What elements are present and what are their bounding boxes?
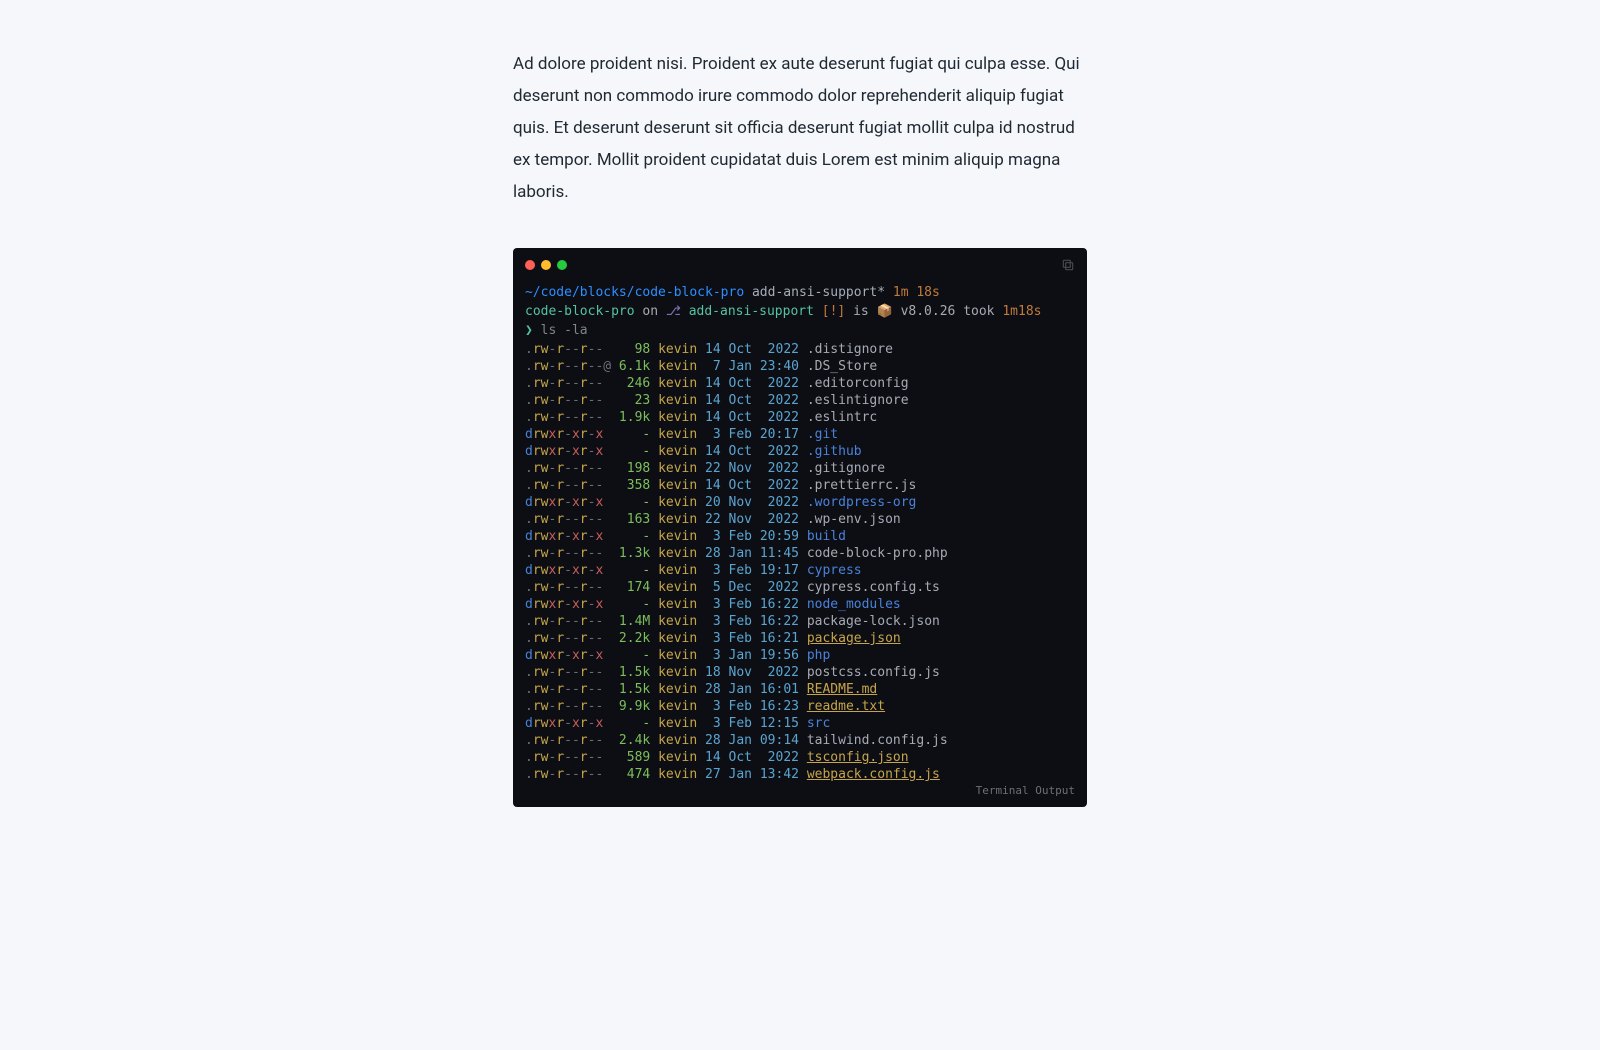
prompt-path: ~/code/blocks/code-block-pro bbox=[525, 285, 744, 300]
list-item: .rw-r--r-- 1.9k kevin 14 Oct 2022 .eslin… bbox=[525, 409, 1075, 426]
list-item: .rw-r--r-- 2.4k kevin 28 Jan 09:14 tailw… bbox=[525, 732, 1075, 749]
prompt-duration: 1m 18s bbox=[893, 285, 940, 300]
prompt2-bang: [!] bbox=[822, 304, 845, 319]
prompt2-is: is bbox=[853, 304, 869, 319]
list-item: drwxr-xr-x - kevin 3 Jan 19:56 php bbox=[525, 647, 1075, 664]
prompt-line-1: ~/code/blocks/code-block-pro add-ansi-su… bbox=[525, 284, 1075, 301]
prompt2-version: v8.0.26 bbox=[901, 304, 956, 319]
copy-icon[interactable] bbox=[1061, 258, 1075, 272]
file-listing: .rw-r--r-- 98 kevin 14 Oct 2022 .distign… bbox=[525, 341, 1075, 783]
window-minimize-dot[interactable] bbox=[541, 260, 551, 270]
list-item: .rw-r--r-- 23 kevin 14 Oct 2022 .eslinti… bbox=[525, 392, 1075, 409]
list-item: .rw-r--r-- 174 kevin 5 Dec 2022 cypress.… bbox=[525, 579, 1075, 596]
list-item: .rw-r--r-- 474 kevin 27 Jan 13:42 webpac… bbox=[525, 766, 1075, 783]
intro-paragraph: Ad dolore proident nisi. Proident ex aut… bbox=[513, 48, 1087, 208]
list-item: drwxr-xr-x - kevin 3 Feb 20:59 build bbox=[525, 528, 1075, 545]
command-line: ❯ ls -la bbox=[525, 322, 1075, 339]
prompt-line-2: code-block-pro on ⎇ add-ansi-support [!]… bbox=[525, 303, 1075, 320]
prompt2-branch: add-ansi-support bbox=[689, 304, 814, 319]
package-icon: 📦 bbox=[877, 304, 893, 319]
list-item: .rw-r--r-- 1.3k kevin 28 Jan 11:45 code-… bbox=[525, 545, 1075, 562]
prompt-arrow-icon: ❯ bbox=[525, 323, 533, 338]
list-item: .rw-r--r--@ 6.1k kevin 7 Jan 23:40 .DS_S… bbox=[525, 358, 1075, 375]
list-item: .rw-r--r-- 358 kevin 14 Oct 2022 .pretti… bbox=[525, 477, 1075, 494]
list-item: drwxr-xr-x - kevin 20 Nov 2022 .wordpres… bbox=[525, 494, 1075, 511]
list-item: .rw-r--r-- 163 kevin 22 Nov 2022 .wp-env… bbox=[525, 511, 1075, 528]
list-item: drwxr-xr-x - kevin 3 Feb 19:17 cypress bbox=[525, 562, 1075, 579]
prompt-branch: add-ansi-support* bbox=[752, 285, 885, 300]
branch-icon: ⎇ bbox=[666, 304, 681, 319]
prompt2-took: took bbox=[963, 304, 994, 319]
list-item: drwxr-xr-x - kevin 3 Feb 12:15 src bbox=[525, 715, 1075, 732]
list-item: .rw-r--r-- 1.4M kevin 3 Feb 16:22 packag… bbox=[525, 613, 1075, 630]
list-item: .rw-r--r-- 1.5k kevin 18 Nov 2022 postcs… bbox=[525, 664, 1075, 681]
prompt2-on: on bbox=[642, 304, 658, 319]
terminal-body: ~/code/blocks/code-block-pro add-ansi-su… bbox=[513, 278, 1087, 783]
window-close-dot[interactable] bbox=[525, 260, 535, 270]
list-item: .rw-r--r-- 198 kevin 22 Nov 2022 .gitign… bbox=[525, 460, 1075, 477]
list-item: drwxr-xr-x - kevin 14 Oct 2022 .github bbox=[525, 443, 1075, 460]
list-item: .rw-r--r-- 98 kevin 14 Oct 2022 .distign… bbox=[525, 341, 1075, 358]
list-item: .rw-r--r-- 246 kevin 14 Oct 2022 .editor… bbox=[525, 375, 1075, 392]
list-item: .rw-r--r-- 1.5k kevin 28 Jan 16:01 READM… bbox=[525, 681, 1075, 698]
list-item: .rw-r--r-- 9.9k kevin 3 Feb 16:23 readme… bbox=[525, 698, 1075, 715]
list-item: .rw-r--r-- 2.2k kevin 3 Feb 16:21 packag… bbox=[525, 630, 1075, 647]
prompt2-duration: 1m18s bbox=[1002, 304, 1041, 319]
command-text: ls -la bbox=[541, 323, 588, 338]
terminal-block: ~/code/blocks/code-block-pro add-ansi-su… bbox=[513, 248, 1087, 807]
window-maximize-dot[interactable] bbox=[557, 260, 567, 270]
terminal-footer-label: Terminal Output bbox=[976, 782, 1075, 799]
terminal-header bbox=[513, 248, 1087, 278]
list-item: drwxr-xr-x - kevin 3 Feb 16:22 node_modu… bbox=[525, 596, 1075, 613]
list-item: .rw-r--r-- 589 kevin 14 Oct 2022 tsconfi… bbox=[525, 749, 1075, 766]
prompt2-repo: code-block-pro bbox=[525, 304, 635, 319]
list-item: drwxr-xr-x - kevin 3 Feb 20:17 .git bbox=[525, 426, 1075, 443]
